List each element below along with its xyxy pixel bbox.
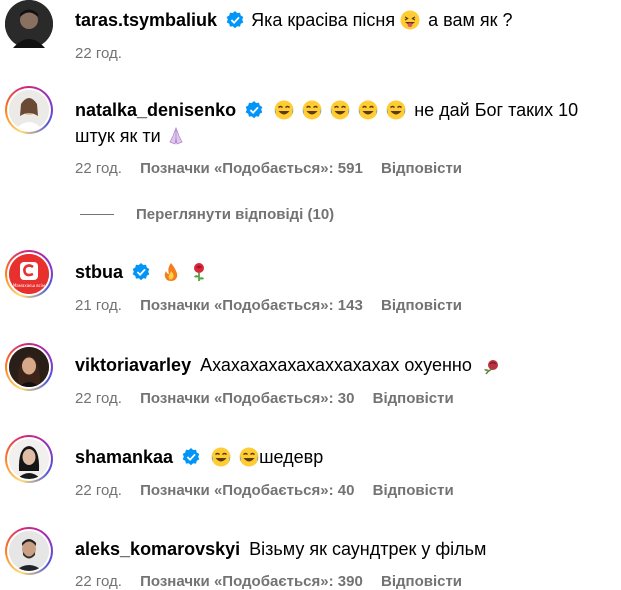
divider	[80, 214, 114, 215]
username[interactable]: stbua	[75, 262, 123, 282]
likes-count[interactable]: Позначки «Подобається»: 40	[140, 482, 354, 499]
reply-button[interactable]: Відповісти	[373, 390, 454, 407]
reply-button[interactable]: Відповісти	[381, 297, 462, 314]
timestamp: 22 год.	[75, 390, 122, 407]
likes-count[interactable]: Позначки «Подобається»: 591	[140, 160, 363, 177]
avatar[interactable]	[5, 86, 53, 134]
avatar-photo-icon	[5, 0, 53, 48]
avatar-caption: Мамахаєш всім	[13, 283, 45, 288]
avatar[interactable]	[5, 527, 53, 575]
tears-of-joy-emoji-icon	[358, 100, 378, 120]
avatar-photo-icon	[9, 90, 49, 130]
timestamp: 22 год.	[75, 45, 122, 62]
avatar[interactable]	[5, 435, 53, 483]
fire-emoji-icon	[164, 263, 178, 281]
avatar[interactable]: Мамахаєш всім	[5, 250, 53, 298]
username[interactable]: aleks_komarovskyi	[75, 539, 240, 559]
view-replies-label: Переглянути відповіді (10)	[136, 206, 335, 223]
verified-badge-icon	[245, 101, 263, 119]
rose-emoji-icon	[194, 263, 205, 281]
username[interactable]: natalka_denisenko	[75, 100, 236, 120]
timestamp: 22 год.	[75, 573, 122, 590]
likes-count[interactable]: Позначки «Подобається»: 30	[140, 390, 354, 407]
reply-button[interactable]: Відповісти	[381, 160, 462, 177]
tears-of-joy-emoji-icon	[386, 100, 406, 120]
timestamp: 21 год.	[75, 297, 122, 314]
username[interactable]: viktoriavarley	[75, 355, 191, 375]
likes-count[interactable]: Позначки «Подобається»: 143	[140, 297, 363, 314]
comment-text: Яка красіва пісня	[251, 10, 396, 30]
timestamp: 22 год.	[75, 482, 122, 499]
reply-button[interactable]: Відповісти	[373, 482, 454, 499]
tears-of-joy-emoji-icon	[302, 100, 322, 120]
username[interactable]: taras.tsymbaliuk	[75, 10, 217, 30]
stb-logo-icon: Мамахаєш всім	[9, 254, 49, 294]
avatar-photo-icon	[9, 439, 49, 479]
verified-badge-icon	[132, 263, 150, 281]
squinting-tongue-emoji-icon	[400, 10, 420, 30]
tears-of-joy-emoji-icon	[211, 447, 231, 467]
timestamp: 22 год.	[75, 160, 122, 177]
folded-hands-emoji-icon	[169, 126, 183, 145]
verified-badge-icon	[182, 448, 200, 466]
tears-of-joy-emoji-icon	[274, 100, 294, 120]
tears-of-joy-emoji-icon	[239, 447, 259, 467]
reply-button[interactable]: Відповісти	[381, 573, 462, 590]
likes-count[interactable]: Позначки «Подобається»: 390	[140, 573, 363, 590]
avatar[interactable]	[5, 343, 53, 391]
comment-text: Ахахахахахахаххахахах охуенно	[200, 355, 472, 375]
comment-text: Візьму як саундтрек у фільм	[249, 539, 487, 559]
view-replies-button[interactable]: Переглянути відповіді (10)	[80, 206, 334, 223]
tears-of-joy-emoji-icon	[330, 100, 350, 120]
username[interactable]: shamankaa	[75, 447, 173, 467]
avatar-photo-icon	[9, 347, 49, 387]
comment-text: а вам як ?	[428, 10, 513, 30]
avatar[interactable]	[5, 0, 53, 48]
verified-badge-icon	[226, 11, 244, 29]
avatar-photo-icon	[9, 531, 49, 571]
comment-text: шедевр	[259, 447, 324, 467]
wilted-rose-emoji-icon	[483, 360, 498, 375]
